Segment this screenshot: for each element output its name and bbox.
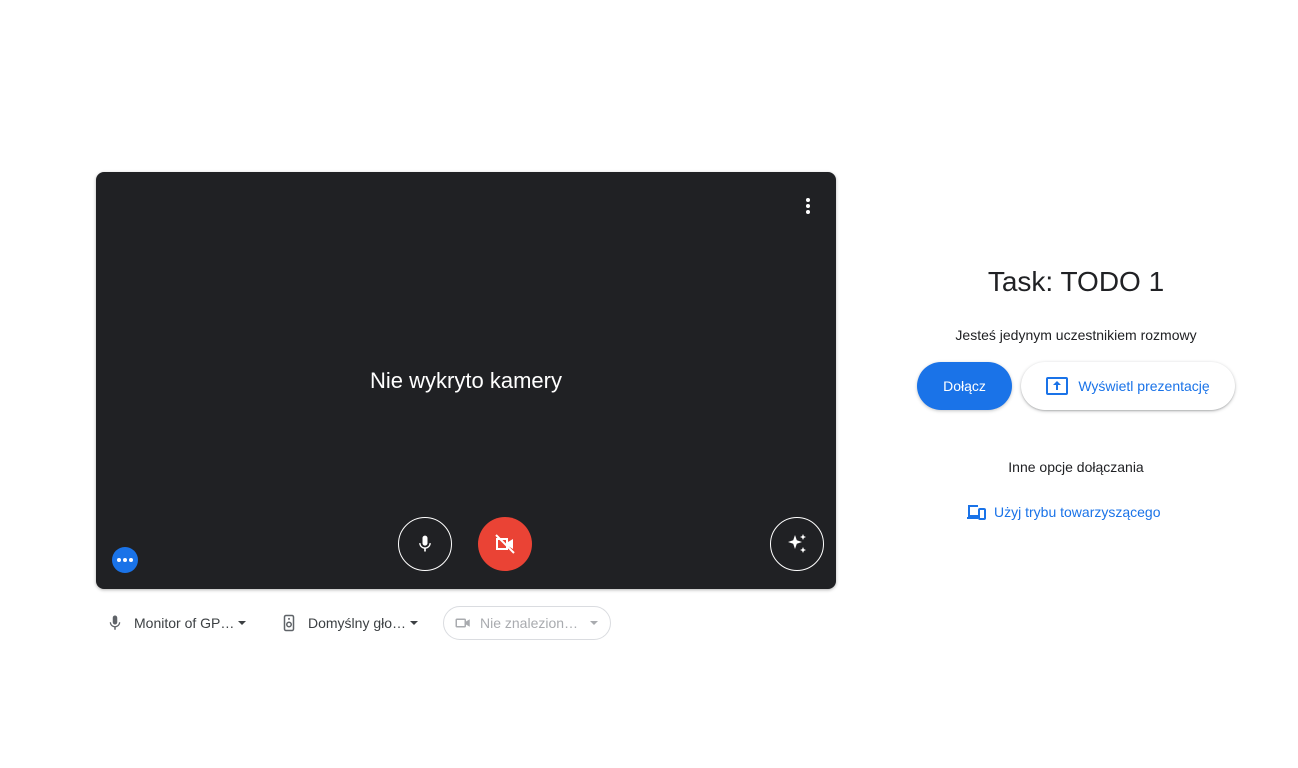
videocam-icon — [454, 614, 472, 632]
speaker-selector[interactable]: Domyślny gło… — [280, 606, 430, 640]
participants-status: Jesteś jedynym uczestnikiem rozmowy — [955, 327, 1197, 343]
meeting-join-page: Nie wykryto kamery Monitor of GP… Domyśl… — [0, 0, 1298, 768]
speaker-selector-label: Domyślny gło… — [308, 615, 407, 631]
join-button[interactable]: Dołącz — [917, 362, 1012, 410]
speaker-icon — [280, 614, 298, 632]
companion-mode-label: Użyj trybu towarzyszącego — [994, 504, 1161, 520]
devices-icon — [966, 503, 986, 521]
chevron-down-icon — [410, 621, 419, 625]
other-join-options-heading: Inne opcje dołączania — [1008, 459, 1144, 475]
toggle-microphone-button[interactable] — [398, 517, 452, 571]
toggle-camera-button[interactable] — [478, 517, 532, 571]
camera-selector[interactable]: Nie znalezion… — [443, 606, 611, 640]
mic-icon — [106, 614, 124, 632]
join-button-label: Dołącz — [943, 378, 986, 394]
chevron-down-icon — [238, 621, 247, 625]
self-video-preview: Nie wykryto kamery — [96, 172, 836, 589]
no-camera-message: Nie wykryto kamery — [370, 368, 562, 393]
present-button-label: Wyświetl prezentację — [1078, 378, 1210, 394]
sparkle-icon — [788, 534, 806, 553]
mic-icon — [419, 535, 431, 552]
chevron-down-icon — [590, 621, 599, 625]
preview-options-button[interactable] — [794, 192, 822, 220]
visual-effects-button[interactable] — [770, 517, 824, 571]
microphone-selector-label: Monitor of GP… — [134, 615, 235, 631]
microphone-selector[interactable]: Monitor of GP… — [106, 606, 256, 640]
meeting-title: Task: TODO 1 — [987, 266, 1165, 297]
videocam-off-icon — [495, 534, 515, 554]
present-to-all-icon — [1046, 377, 1069, 395]
companion-mode-link[interactable]: Użyj trybu towarzyszącego — [966, 500, 1161, 524]
more-options-button[interactable] — [112, 547, 138, 573]
camera-selector-label: Nie znalezion… — [480, 615, 579, 631]
present-button[interactable]: Wyświetl prezentację — [1021, 362, 1235, 410]
more-horiz-icon — [117, 558, 133, 562]
more-vert-icon — [806, 198, 810, 214]
